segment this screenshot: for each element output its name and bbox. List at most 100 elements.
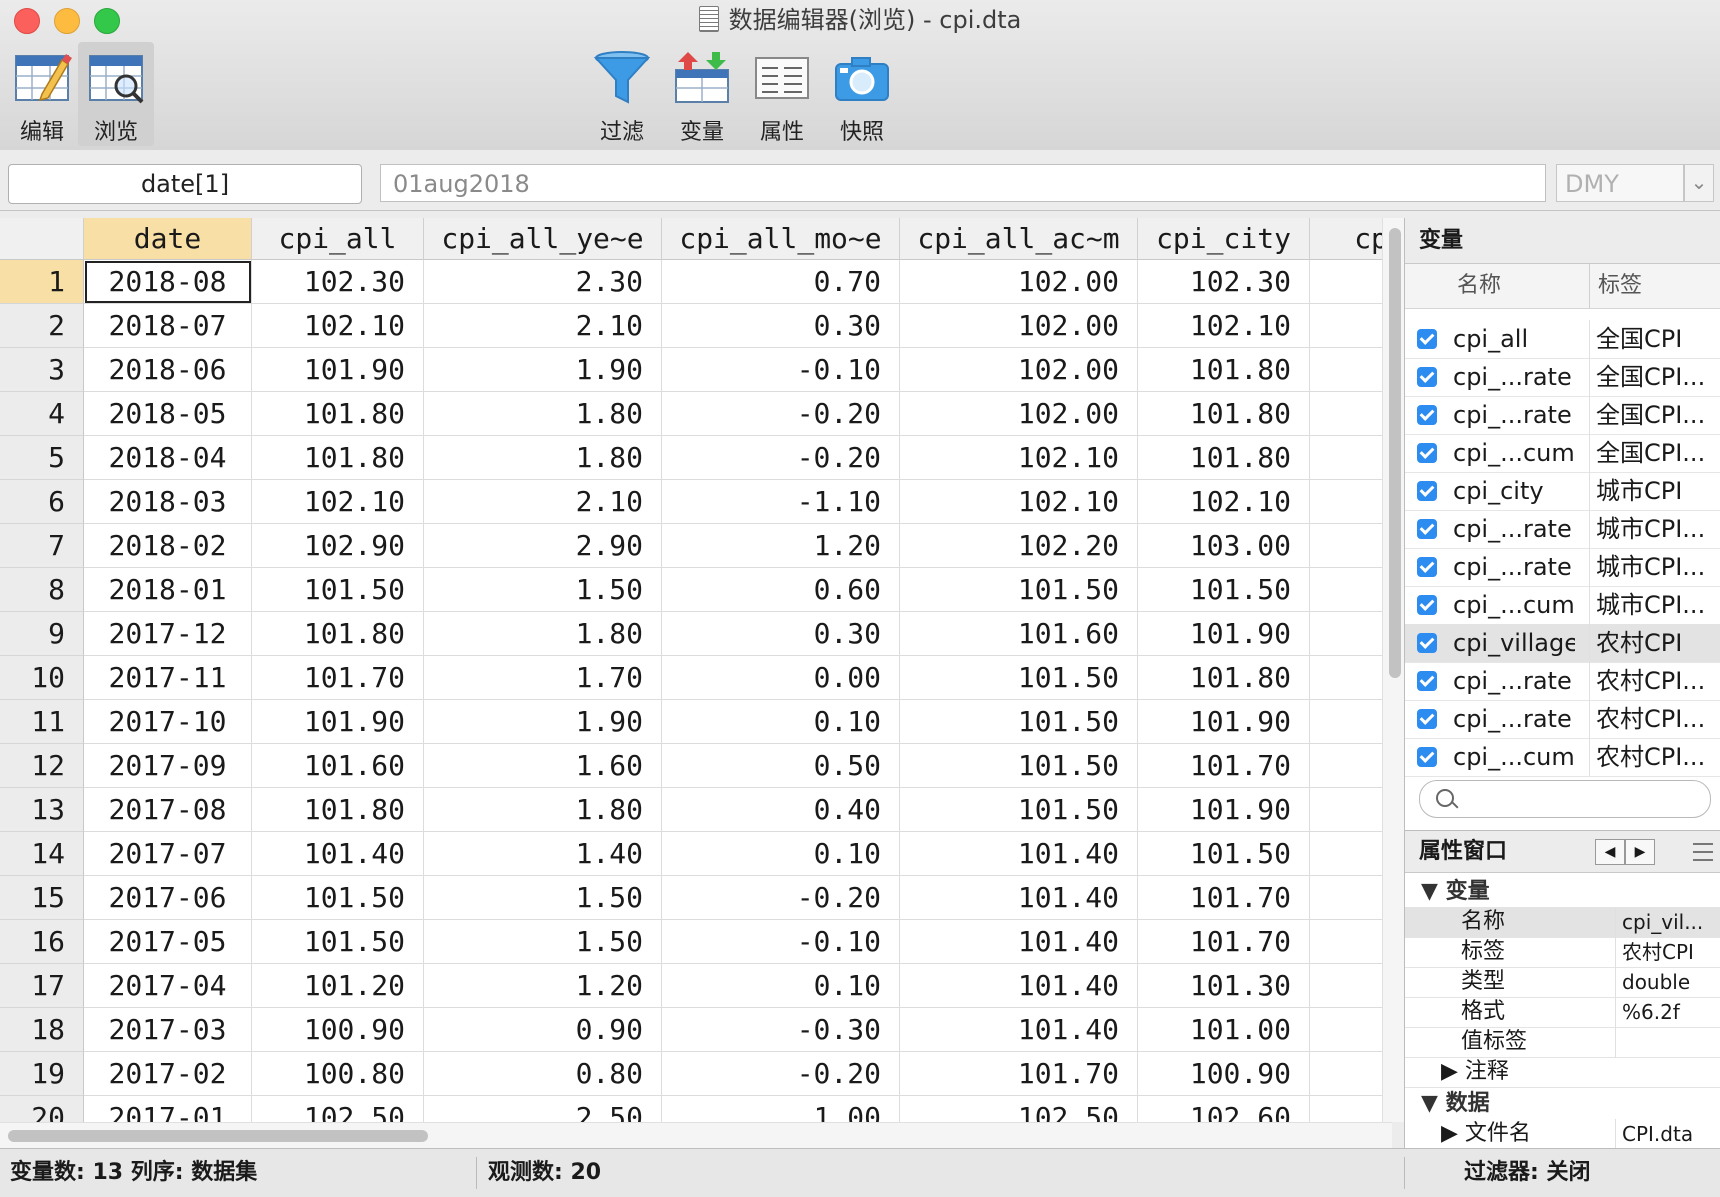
table-cell[interactable]: 2.10 — [424, 304, 662, 348]
table-cell[interactable]: 0.00 — [662, 656, 900, 700]
row-number[interactable]: 14 — [0, 832, 84, 876]
chevron-down-icon[interactable]: ⌄ — [1684, 164, 1714, 202]
row-number[interactable]: 16 — [0, 920, 84, 964]
table-cell[interactable]: 101.50 — [252, 568, 424, 612]
variable-visible-checkbox[interactable] — [1417, 329, 1437, 349]
table-cell[interactable]: 101.50 — [252, 920, 424, 964]
table-cell[interactable]: -0.20 — [662, 392, 900, 436]
property-row-notes[interactable]: ▶ 注释 — [1405, 1057, 1720, 1088]
table-cell[interactable]: 0.10 — [662, 700, 900, 744]
variable-visible-checkbox[interactable] — [1417, 747, 1437, 767]
table-cell[interactable]: 102.10 — [1138, 304, 1310, 348]
table-cell[interactable]: 1.80 — [424, 612, 662, 656]
table-cell[interactable]: 101.60 — [900, 612, 1138, 656]
row-number[interactable]: 12 — [0, 744, 84, 788]
table-cell[interactable]: 101.40 — [900, 964, 1138, 1008]
table-cell[interactable]: 100.90 — [1138, 1052, 1310, 1096]
table-cell[interactable]: 101.50 — [252, 876, 424, 920]
column-header[interactable]: cpi_city — [1138, 218, 1310, 260]
table-cell[interactable]: 1.90 — [424, 348, 662, 392]
table-cell[interactable]: -0.20 — [662, 436, 900, 480]
table-cell[interactable]: 101.90 — [252, 348, 424, 392]
table-cell[interactable]: 2018-06 — [84, 348, 252, 392]
table-row[interactable]: 6 2018-03 102.10 2.10 -1.10 102.10 102.10 — [0, 480, 1392, 524]
table-cell[interactable]: 101.80 — [252, 392, 424, 436]
row-number[interactable]: 7 — [0, 524, 84, 568]
table-row[interactable]: 5 2018-04 101.80 1.80 -0.20 102.10 101.80 — [0, 436, 1392, 480]
table-cell[interactable]: 101.90 — [1138, 612, 1310, 656]
table-cell[interactable]: 102.10 — [900, 436, 1138, 480]
table-cell[interactable]: 1.00 — [662, 1096, 900, 1122]
table-cell[interactable]: 2017-11 — [84, 656, 252, 700]
variable-visible-checkbox[interactable] — [1417, 557, 1437, 577]
table-cell[interactable]: 101.80 — [252, 788, 424, 832]
snapshot-button[interactable]: 快照 — [824, 42, 900, 146]
row-number[interactable]: 1 — [0, 260, 84, 304]
table-cell[interactable]: 1.40 — [424, 832, 662, 876]
table-cell[interactable]: 101.90 — [252, 700, 424, 744]
notes-toggle[interactable]: ▶ 注释 — [1441, 1057, 1591, 1087]
variable-visible-checkbox[interactable] — [1417, 709, 1437, 729]
table-cell[interactable] — [1310, 436, 1392, 480]
table-cell[interactable]: 2017-01 — [84, 1096, 252, 1122]
filename-toggle[interactable]: ▶ 文件名 — [1441, 1119, 1591, 1149]
table-cell[interactable]: 101.40 — [900, 920, 1138, 964]
table-cell[interactable]: 101.90 — [1138, 788, 1310, 832]
table-cell[interactable]: 101.80 — [252, 436, 424, 480]
variable-list-item[interactable]: cpi_...rate 城市CPI... — [1405, 510, 1720, 549]
table-cell[interactable]: 101.50 — [1138, 568, 1310, 612]
table-cell[interactable]: 2018-05 — [84, 392, 252, 436]
table-cell[interactable]: 1.80 — [424, 788, 662, 832]
table-cell[interactable]: 101.40 — [900, 876, 1138, 920]
table-cell[interactable]: 0.90 — [424, 1008, 662, 1052]
table-cell[interactable]: 101.50 — [900, 744, 1138, 788]
property-row-format[interactable]: 格式 %6.2f — [1405, 997, 1720, 1028]
variable-list-item[interactable]: cpi_...rate 农村CPI... — [1405, 662, 1720, 701]
property-value[interactable]: double — [1615, 967, 1719, 997]
variables-button[interactable]: 变量 — [664, 42, 740, 146]
table-row[interactable]: 20 2017-01 102.50 2.50 1.00 102.50 102.60 — [0, 1096, 1392, 1122]
variable-section-toggle[interactable]: ▼ 变量 — [1405, 877, 1720, 907]
table-cell[interactable]: 0.40 — [662, 788, 900, 832]
menu-icon[interactable] — [1693, 843, 1713, 861]
column-header[interactable]: date — [84, 218, 252, 260]
table-cell[interactable]: 0.30 — [662, 304, 900, 348]
row-number[interactable]: 18 — [0, 1008, 84, 1052]
table-cell[interactable] — [1310, 1008, 1392, 1052]
table-row[interactable]: 2 2018-07 102.10 2.10 0.30 102.00 102.10 — [0, 304, 1392, 348]
variable-list-item[interactable]: cpi_...rate 农村CPI... — [1405, 700, 1720, 739]
table-cell[interactable]: 2018-01 — [84, 568, 252, 612]
table-cell[interactable]: 2017-07 — [84, 832, 252, 876]
table-cell[interactable]: 100.90 — [252, 1008, 424, 1052]
variable-list-item[interactable]: cpi_...cum 城市CPI... — [1405, 586, 1720, 625]
variable-visible-checkbox[interactable] — [1417, 481, 1437, 501]
row-number[interactable]: 10 — [0, 656, 84, 700]
row-number[interactable]: 20 — [0, 1096, 84, 1122]
table-cell[interactable]: 0.10 — [662, 832, 900, 876]
table-cell[interactable]: 101.70 — [252, 656, 424, 700]
table-row[interactable]: 14 2017-07 101.40 1.40 0.10 101.40 101.50 — [0, 832, 1392, 876]
variable-list-item[interactable]: cpi_...rate 全国CPI... — [1405, 358, 1720, 397]
table-row[interactable]: 9 2017-12 101.80 1.80 0.30 101.60 101.90 — [0, 612, 1392, 656]
table-cell[interactable]: 101.80 — [1138, 656, 1310, 700]
table-cell[interactable]: 0.10 — [662, 964, 900, 1008]
table-row[interactable]: 16 2017-05 101.50 1.50 -0.10 101.40 101.70 — [0, 920, 1392, 964]
variable-list-item[interactable]: cpi_...cum 农村CPI... — [1405, 738, 1720, 777]
table-cell[interactable]: 102.00 — [900, 392, 1138, 436]
table-cell[interactable]: 1.50 — [424, 920, 662, 964]
table-cell[interactable]: 0.30 — [662, 612, 900, 656]
table-cell[interactable]: 2018-07 — [84, 304, 252, 348]
table-cell[interactable]: 101.40 — [900, 1008, 1138, 1052]
table-cell[interactable] — [1310, 700, 1392, 744]
table-cell[interactable] — [1310, 964, 1392, 1008]
table-cell[interactable]: 2017-06 — [84, 876, 252, 920]
variable-list-item[interactable]: cpi_village 农村CPI — [1405, 624, 1720, 663]
table-row[interactable]: 15 2017-06 101.50 1.50 -0.20 101.40 101.70 — [0, 876, 1392, 920]
name-column-header[interactable]: 名称 — [1457, 264, 1501, 308]
table-row[interactable]: 13 2017-08 101.80 1.80 0.40 101.50 101.90 — [0, 788, 1392, 832]
table-cell[interactable]: 101.00 — [1138, 1008, 1310, 1052]
table-cell[interactable]: 101.50 — [900, 788, 1138, 832]
table-cell[interactable] — [1310, 920, 1392, 964]
horizontal-scrollbar[interactable] — [0, 1122, 1392, 1149]
table-cell[interactable]: 1.80 — [424, 392, 662, 436]
